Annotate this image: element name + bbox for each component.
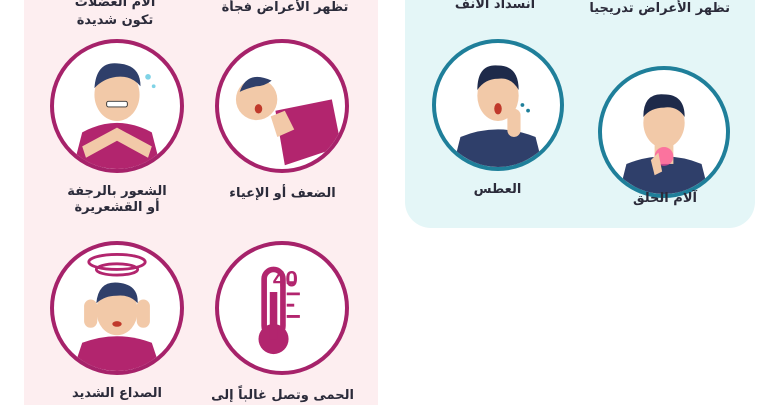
flu-muscle-pain-header-line1: آلام العضلات (74, 0, 156, 10)
weakness-illustration (215, 39, 349, 173)
flu-muscle-pain-header-line2: تكون شديدة (76, 13, 154, 28)
shivering-person-icon (72, 63, 162, 169)
headache-person-icon (72, 252, 162, 371)
headache-illustration (50, 241, 184, 375)
sore-throat-illustration (598, 66, 730, 198)
chills-label: الشعور بالرجفة أو القشعريرة (50, 184, 184, 216)
flu-sudden-onset-header: تظهر الأعراض فجأة (221, 0, 349, 15)
thermometer-icon: 40 (258, 266, 300, 355)
chills-illustration (50, 39, 184, 173)
fever-value: 40 (273, 266, 298, 291)
headache-label: الصداع الشديد (72, 386, 162, 401)
sore-throat-label: آلام الحلق (633, 191, 697, 206)
weakness-label: الضعف أو الإعياء (229, 186, 336, 201)
sneezing-person-icon (452, 65, 544, 167)
fever-illustration: 40 (215, 241, 349, 375)
lying-person-icon (235, 76, 342, 166)
cold-gradual-onset-header: تظهر الأعراض تدريجيا (589, 1, 730, 16)
fever-label: الحمى وتصل غالباً إلى (211, 388, 354, 403)
chills-label-line2: أو القشعريرة (74, 200, 160, 215)
chills-label-line1: الشعور بالرجفة (67, 184, 167, 199)
sneeze-label: العطس (473, 182, 522, 197)
sore-throat-person-icon (618, 94, 710, 194)
nasal-congestion-header: انسداد الأنف (454, 0, 536, 12)
sneeze-illustration (432, 39, 564, 171)
